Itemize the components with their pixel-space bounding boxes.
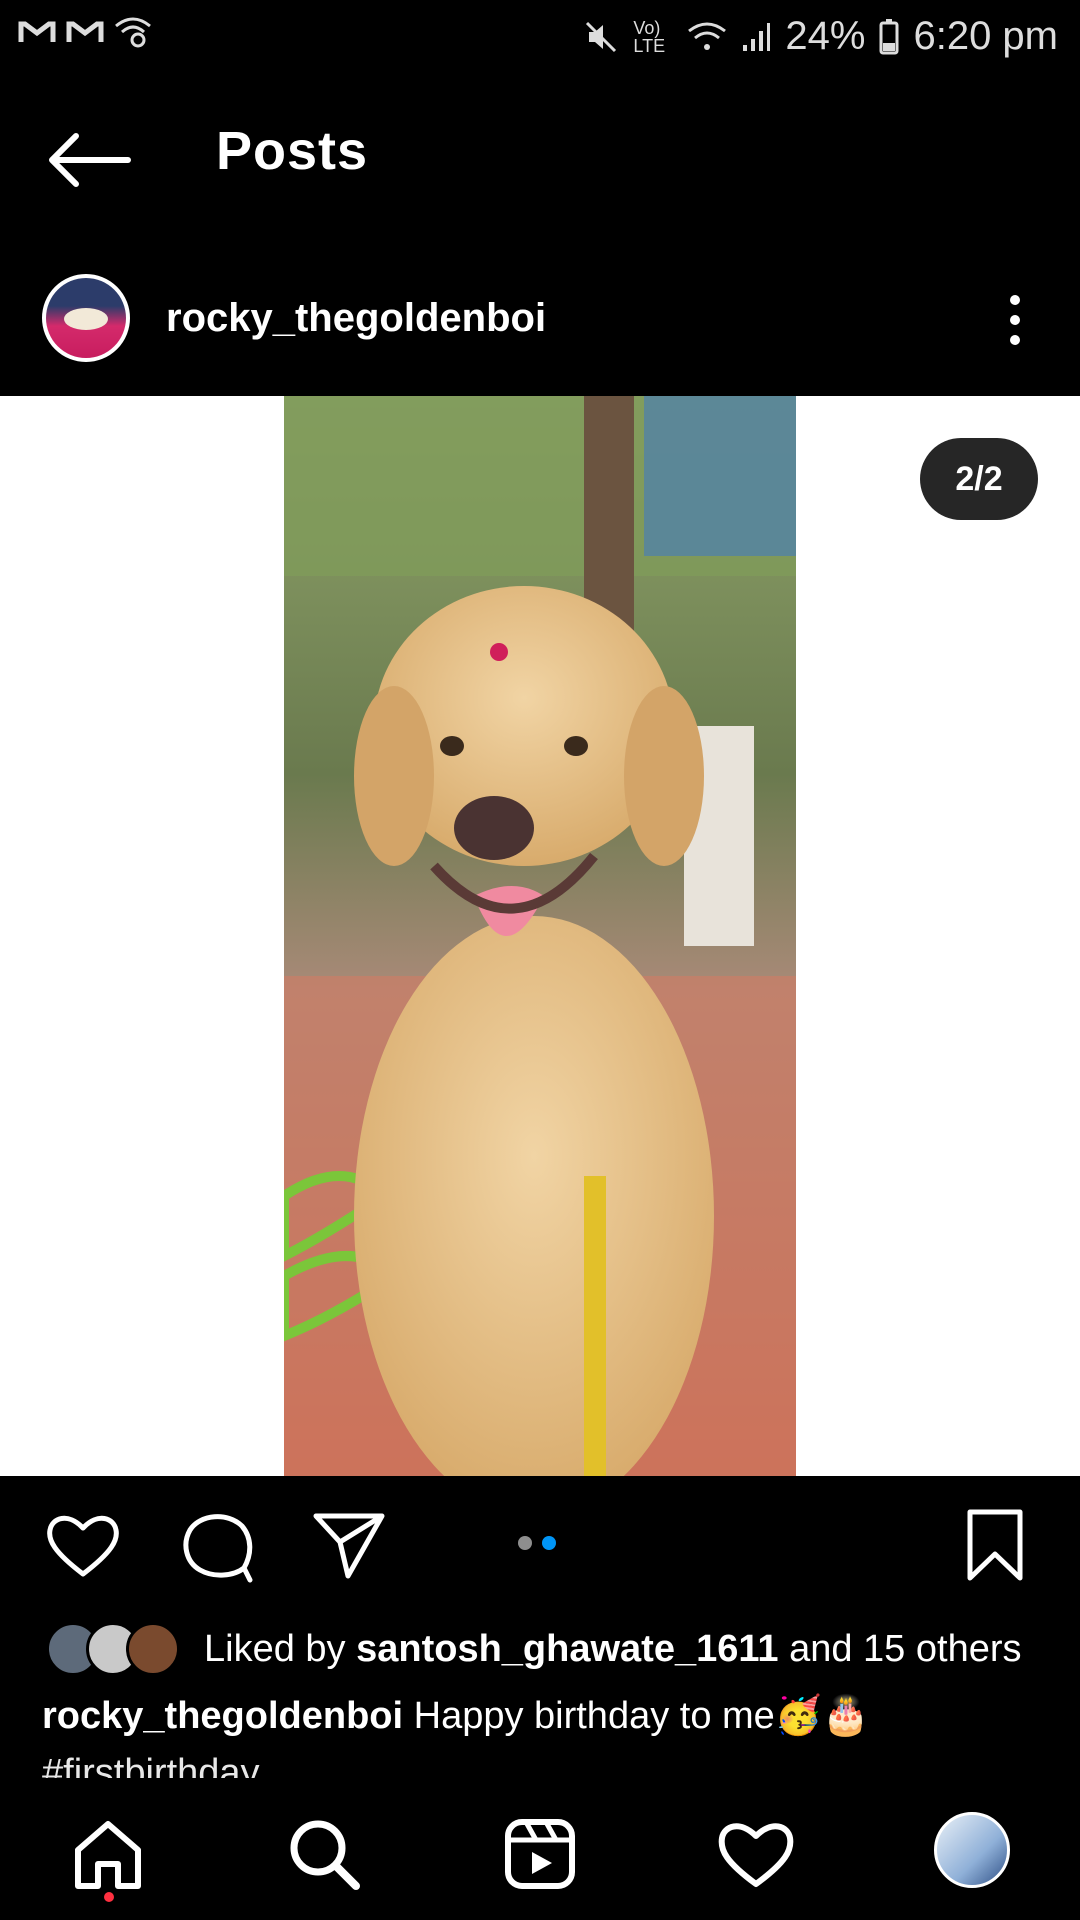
comment-bubble-icon[interactable] bbox=[178, 1506, 256, 1584]
like-heart-icon[interactable] bbox=[44, 1506, 122, 1584]
battery-icon bbox=[879, 18, 899, 54]
search-icon[interactable] bbox=[284, 1814, 364, 1894]
page-title: Posts bbox=[216, 121, 369, 181]
likes-user[interactable]: santosh_ghawate_1611 bbox=[356, 1628, 778, 1671]
caption-text: Happy birthday to me🥳🎂 bbox=[403, 1695, 870, 1737]
post-actions bbox=[0, 1500, 1080, 1590]
dog-photo bbox=[284, 396, 796, 1476]
share-send-icon[interactable] bbox=[310, 1506, 388, 1584]
more-options-icon[interactable] bbox=[1000, 292, 1030, 348]
liker-avatar bbox=[126, 1622, 180, 1676]
likes-suffix[interactable]: and 15 others bbox=[779, 1628, 1021, 1671]
post-media[interactable]: 2/2 bbox=[0, 396, 1080, 1476]
network-label: Vo) LTE bbox=[633, 17, 666, 56]
profile-avatar[interactable] bbox=[934, 1812, 1010, 1888]
mute-icon bbox=[586, 21, 617, 52]
home-icon[interactable] bbox=[68, 1814, 148, 1894]
status-right: Vo) LTE 24% 6:20 pm bbox=[583, 14, 1058, 59]
caption-hashtag[interactable]: #firstbirthday bbox=[42, 1752, 260, 1778]
gmail-icon bbox=[18, 21, 56, 42]
carousel-indicator bbox=[518, 1536, 556, 1550]
status-left bbox=[18, 14, 152, 48]
reels-icon[interactable] bbox=[500, 1814, 580, 1894]
post-header: rocky_thegoldenboi bbox=[0, 270, 1080, 370]
battery-percent: 24% bbox=[785, 14, 866, 58]
notification-dot bbox=[104, 1892, 114, 1902]
top-app-bar: Posts bbox=[0, 100, 1080, 210]
save-bookmark-icon[interactable] bbox=[956, 1506, 1034, 1584]
signal-icon bbox=[743, 22, 771, 51]
liker-avatars bbox=[46, 1622, 180, 1676]
gmail-icon bbox=[66, 21, 104, 42]
status-bar: Vo) LTE 24% 6:20 pm bbox=[0, 0, 1080, 75]
carousel-dot-active bbox=[542, 1536, 556, 1550]
likes-prefix: Liked by bbox=[204, 1627, 357, 1670]
wifi-icon bbox=[688, 22, 727, 50]
caption-hashtag-clipped: #firstbirthday bbox=[42, 1752, 260, 1778]
caption: rocky_thegoldenboi Happy birthday to me🥳… bbox=[42, 1694, 869, 1738]
avatar[interactable] bbox=[42, 274, 130, 362]
post-username[interactable]: rocky_thegoldenboi bbox=[166, 296, 546, 341]
carousel-counter: 2/2 bbox=[920, 438, 1038, 520]
wifi-secure-icon bbox=[115, 17, 151, 48]
likes-row[interactable]: Liked by santosh_ghawate_1611 and 15 oth… bbox=[46, 1614, 1022, 1684]
activity-heart-icon[interactable] bbox=[716, 1814, 796, 1894]
carousel-dot bbox=[518, 1536, 532, 1550]
caption-username[interactable]: rocky_thegoldenboi bbox=[42, 1695, 403, 1737]
clock: 6:20 pm bbox=[913, 14, 1058, 58]
bottom-navigation bbox=[0, 1790, 1080, 1920]
back-arrow-icon[interactable] bbox=[44, 130, 134, 190]
